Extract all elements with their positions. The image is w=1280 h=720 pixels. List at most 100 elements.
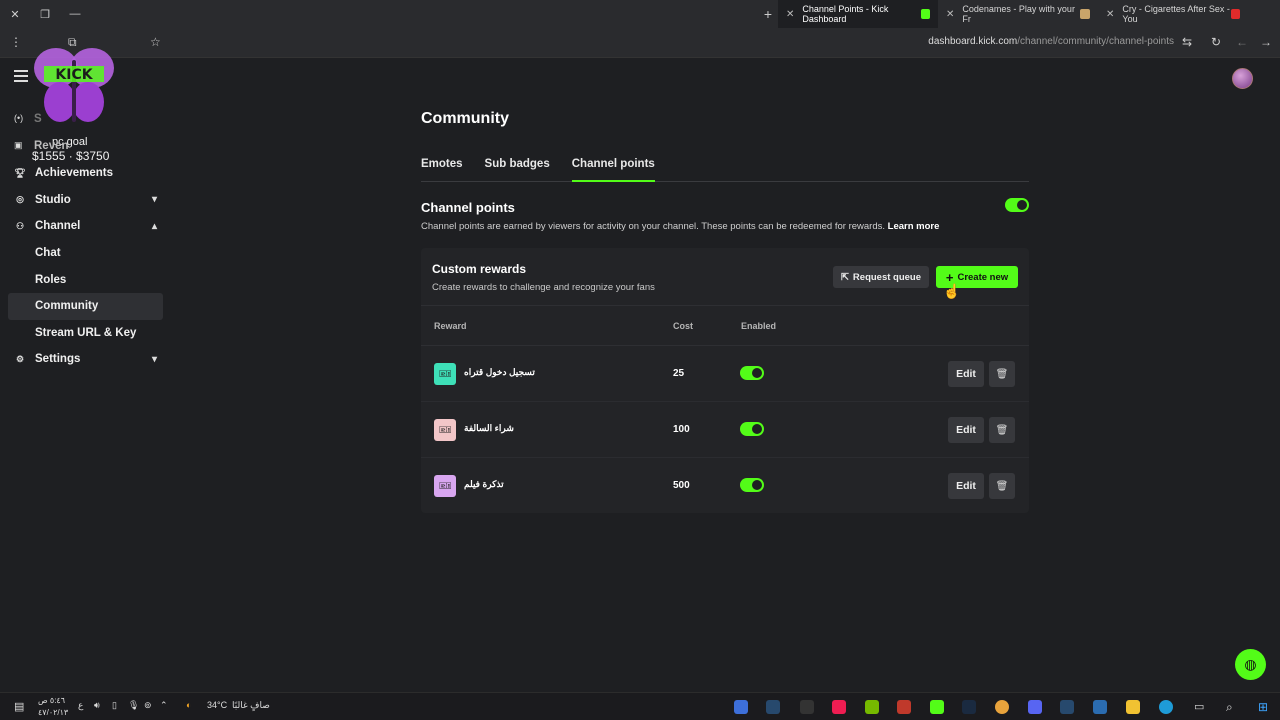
back-icon[interactable]: ← bbox=[1236, 35, 1248, 49]
external-link-icon: ⇱ bbox=[840, 271, 849, 283]
sidebar-item-channel[interactable]: ⚇ Channel ▴ bbox=[8, 213, 163, 240]
column-header-cost: Cost bbox=[673, 321, 693, 331]
custom-rewards-panel: Custom rewards Create rewards to challen… bbox=[421, 248, 1029, 513]
reward-enabled-toggle[interactable] bbox=[740, 366, 764, 385]
nvidia-icon[interactable] bbox=[865, 700, 879, 714]
toggle-switch[interactable] bbox=[740, 478, 764, 492]
reward-cost: 100 bbox=[673, 424, 690, 435]
app-icon[interactable] bbox=[962, 700, 976, 714]
close-tab-icon[interactable]: ✕ bbox=[946, 9, 954, 20]
codenames-favicon-icon bbox=[1080, 9, 1090, 19]
tab-emotes[interactable]: Emotes bbox=[421, 158, 463, 182]
app-icon[interactable] bbox=[800, 700, 814, 714]
create-new-label: Create new bbox=[957, 271, 1009, 283]
tab-channel-points[interactable]: Channel points bbox=[571, 158, 655, 182]
tab-title: Cry - Cigarettes After Sex - You bbox=[1122, 4, 1230, 24]
sidebar-item-chat[interactable]: Chat bbox=[8, 240, 163, 267]
sidebar-item-label: Chat bbox=[35, 247, 61, 260]
sidebar-item-revenue[interactable]: Reven bbox=[34, 140, 69, 152]
support-chat-icon[interactable]: ◍ bbox=[1235, 649, 1266, 680]
column-header-reward: Reward bbox=[434, 321, 467, 331]
tray-expand-icon[interactable]: ⌃ bbox=[160, 700, 168, 711]
forward-icon[interactable]: → bbox=[1260, 35, 1272, 49]
tab-youtube[interactable]: ✕ Cry - Cigarettes After Sex - You bbox=[1098, 0, 1248, 28]
chevron-up-icon: ▴ bbox=[151, 220, 157, 232]
toggle-switch[interactable] bbox=[740, 422, 764, 436]
sidebar-item-settings[interactable]: ⚙ Settings ▾ bbox=[8, 346, 163, 373]
sidebar-item-achievements[interactable]: 🏆︎ Achievements bbox=[8, 160, 163, 187]
tiktok-icon[interactable] bbox=[832, 700, 846, 714]
tab-title: Codenames - Play with your Fr bbox=[962, 4, 1075, 24]
network-icon[interactable]: ▯ bbox=[112, 700, 117, 711]
main-content: Community Emotes Sub badges Channel poin… bbox=[421, 110, 1029, 513]
rewards-table-header: Reward Cost Enabled bbox=[421, 305, 1029, 346]
menu-dots-icon[interactable]: ⋮ bbox=[10, 35, 22, 49]
request-queue-label: Request queue bbox=[852, 271, 922, 283]
request-queue-button[interactable]: ⇱ Request queue bbox=[833, 266, 929, 288]
weather-temp[interactable]: 34°C bbox=[207, 700, 227, 710]
os-taskbar: ▤ ٥:٤٦ ص ٤٧/٠٢/١٣ ع 🔊︎ ▯ 🎙︎ ⊚ ⌃ ◐ 34°C ص… bbox=[0, 692, 1280, 720]
sidebar-item-label: Channel bbox=[35, 220, 81, 233]
edit-button[interactable]: Edit bbox=[948, 361, 984, 387]
sidebar-item-roles[interactable]: Roles bbox=[8, 266, 163, 293]
svg-text:KICK: KICK bbox=[55, 67, 93, 83]
reward-enabled-toggle[interactable] bbox=[740, 422, 764, 441]
reload-icon[interactable]: ↻ bbox=[1211, 35, 1221, 49]
sidebar: 🏆︎ Achievements ◎ Studio ▾ ⚇ Channel ▴ C… bbox=[8, 160, 163, 373]
table-row: 🎫︎ تسجيل دخول قتراه 25 Edit 🗑︎ bbox=[421, 346, 1029, 402]
sidebar-item-community[interactable]: Community bbox=[8, 292, 163, 320]
channel-points-toggle[interactable] bbox=[1005, 198, 1029, 217]
clock-time[interactable]: ٥:٤٦ ص bbox=[38, 696, 65, 705]
tab-title: Channel Points - Kick Dashboard bbox=[802, 4, 889, 24]
new-tab-button[interactable]: + bbox=[758, 6, 778, 22]
edge-icon[interactable] bbox=[1159, 700, 1173, 714]
toggle-switch[interactable] bbox=[740, 366, 764, 380]
store-icon[interactable] bbox=[1093, 700, 1107, 714]
chrome-icon[interactable] bbox=[995, 700, 1009, 714]
volume-icon[interactable]: 🔊︎ bbox=[94, 700, 100, 711]
trash-icon[interactable]: 🗑︎ bbox=[989, 361, 1015, 387]
restore-window-icon[interactable]: ❐ bbox=[30, 0, 60, 28]
translate-icon[interactable]: ⇆ bbox=[1182, 35, 1192, 49]
url-host: dashboard.kick.com bbox=[928, 36, 1018, 47]
tab-kick-dashboard[interactable]: ✕ Channel Points - Kick Dashboard bbox=[778, 0, 938, 28]
sidebar-item-stream-url[interactable]: Stream URL & Key bbox=[8, 320, 163, 347]
folder-icon[interactable] bbox=[1126, 700, 1140, 714]
reward-enabled-toggle[interactable] bbox=[740, 478, 764, 497]
edit-button[interactable]: Edit bbox=[948, 473, 984, 499]
minimize-window-icon[interactable]: — bbox=[60, 0, 90, 28]
system-tray-icon[interactable]: ⊚ bbox=[144, 700, 152, 711]
steam-icon[interactable] bbox=[1060, 700, 1074, 714]
sidebar-item-partial[interactable]: S bbox=[34, 113, 42, 125]
learn-more-link[interactable]: Learn more bbox=[888, 221, 940, 232]
weather-desc[interactable]: صافٍ غالبًا bbox=[232, 700, 270, 711]
close-tab-icon[interactable]: ✕ bbox=[786, 9, 794, 20]
url-text[interactable]: dashboard.kick.com/channel/community/cha… bbox=[928, 36, 1174, 47]
user-avatar[interactable] bbox=[1232, 68, 1253, 89]
clock-date[interactable]: ٤٧/٠٢/١٣ bbox=[38, 708, 68, 717]
search-icon[interactable]: ⌕ bbox=[1226, 700, 1233, 715]
app-icon[interactable] bbox=[897, 700, 911, 714]
toggle-switch[interactable] bbox=[1005, 198, 1029, 212]
app-icon[interactable] bbox=[734, 700, 748, 714]
tab-sub-badges[interactable]: Sub badges bbox=[485, 158, 550, 182]
tab-codenames[interactable]: ✕ Codenames - Play with your Fr bbox=[938, 0, 1098, 28]
trash-icon[interactable]: 🗑︎ bbox=[989, 417, 1015, 443]
bookmark-star-icon[interactable]: ☆ bbox=[150, 35, 161, 49]
steam-icon[interactable] bbox=[766, 700, 780, 714]
kick-icon[interactable] bbox=[930, 700, 944, 714]
trash-icon[interactable]: 🗑︎ bbox=[989, 473, 1015, 499]
microphone-icon[interactable]: 🎙︎ bbox=[128, 700, 139, 711]
close-window-icon[interactable]: ✕ bbox=[0, 0, 30, 28]
notification-icon[interactable]: ▤ bbox=[14, 700, 24, 713]
windows-start-icon[interactable]: ⊞ bbox=[1258, 700, 1268, 714]
edit-button[interactable]: Edit bbox=[948, 417, 984, 443]
task-view-icon[interactable]: ▭ bbox=[1194, 700, 1204, 713]
studio-icon: ◎ bbox=[16, 194, 24, 205]
language-indicator[interactable]: ع bbox=[78, 700, 83, 711]
discord-icon[interactable] bbox=[1028, 700, 1042, 714]
description-text: Channel points are earned by viewers for… bbox=[421, 221, 885, 232]
close-tab-icon[interactable]: ✕ bbox=[1106, 9, 1114, 20]
browser-tabs: + ✕ Channel Points - Kick Dashboard ✕ Co… bbox=[758, 0, 1248, 28]
sidebar-item-studio[interactable]: ◎ Studio ▾ bbox=[8, 187, 163, 214]
